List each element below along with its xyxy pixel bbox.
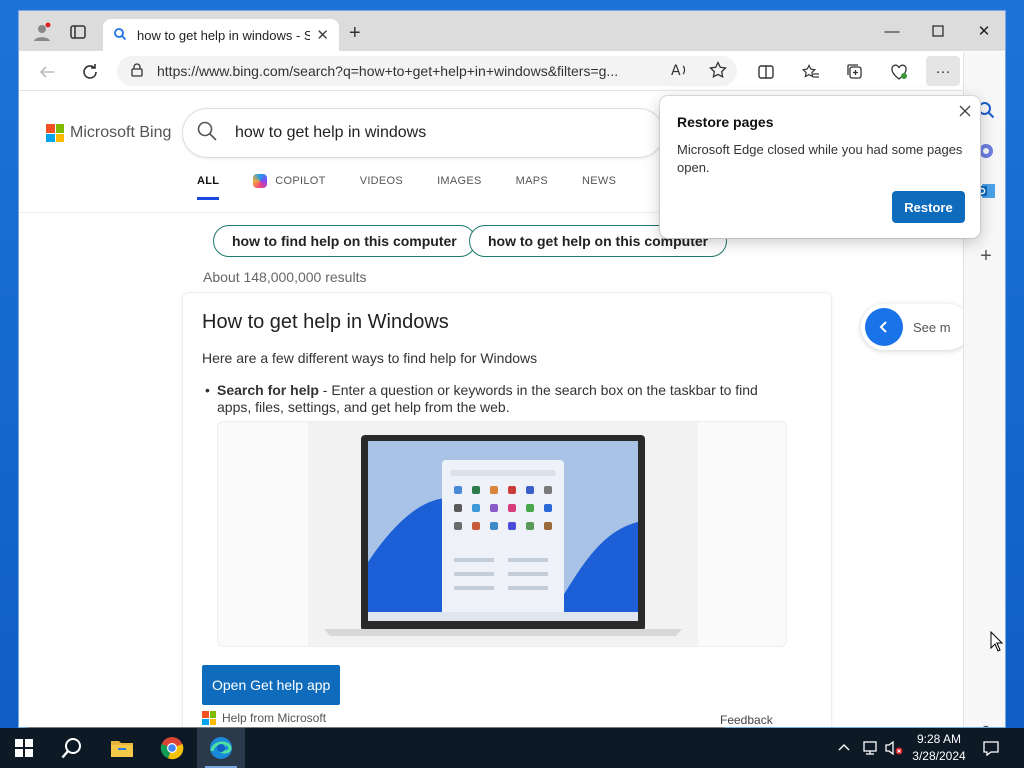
scope-news[interactable]: NEWS (582, 174, 616, 200)
microsoft-logo-icon (46, 124, 64, 142)
start-button[interactable] (0, 728, 48, 768)
mouse-cursor-icon (990, 630, 1004, 658)
restore-pages-popup: Restore pages Microsoft Edge closed whil… (660, 96, 980, 238)
file-explorer-icon[interactable] (98, 728, 146, 768)
tab-title: how to get help in windows - Search (137, 27, 310, 43)
back-icon[interactable] (35, 60, 59, 84)
scope-copilot[interactable]: COPILOT (253, 174, 325, 200)
answer-title: How to get help in Windows (202, 311, 449, 333)
taskbar: 9:28 AM 3/28/2024 (0, 728, 1024, 768)
results-count: About 148,000,000 results (203, 269, 367, 285)
chevron-left-icon (865, 308, 903, 346)
browser-essentials-icon[interactable] (887, 60, 911, 84)
restore-button[interactable]: Restore (892, 191, 965, 223)
answer-source-text: Help from Microsoft (222, 711, 327, 725)
volume-muted-icon[interactable] (884, 728, 904, 768)
close-tab-icon[interactable]: ✕ (316, 26, 329, 44)
bing-logo-text: Microsoft Bing (70, 124, 172, 141)
answer-intro: Here are a few different ways to find he… (202, 350, 538, 366)
tab-bing-search[interactable]: how to get help in windows - Search ✕ (103, 19, 339, 51)
answer-card: How to get help in Windows Here are a fe… (183, 293, 831, 727)
favorite-star-icon[interactable] (709, 60, 727, 82)
split-screen-icon[interactable] (754, 60, 778, 84)
favorites-icon[interactable] (799, 60, 823, 84)
popup-title: Restore pages (677, 114, 774, 130)
related-chip[interactable]: how to find help on this computer (213, 225, 476, 257)
maximize-icon[interactable] (915, 17, 961, 45)
clock-time: 9:28 AM (916, 732, 962, 746)
scope-maps[interactable]: MAPS (516, 174, 548, 200)
scope-copilot-label: COPILOT (275, 175, 326, 187)
read-aloud-icon[interactable]: A (671, 62, 689, 81)
clock-date: 3/28/2024 (912, 749, 966, 763)
svg-text:A: A (671, 63, 681, 78)
scope-images[interactable]: IMAGES (437, 174, 482, 200)
answer-source[interactable]: Help from Microsoft (202, 711, 326, 725)
notifications-icon[interactable] (982, 728, 1000, 768)
chrome-icon[interactable] (148, 728, 196, 768)
copilot-scope-icon (253, 174, 268, 188)
search-icon[interactable] (197, 121, 217, 146)
search-input[interactable]: how to get help in windows (183, 109, 663, 157)
windows-logo-icon (15, 739, 33, 757)
refresh-icon[interactable] (78, 60, 102, 84)
feedback-link[interactable]: Feedback (720, 713, 773, 727)
minimize-icon[interactable]: — (869, 17, 915, 45)
bing-tab-icon (113, 27, 127, 44)
network-icon[interactable] (862, 728, 880, 768)
bing-logo[interactable]: Microsoft Bing (46, 124, 171, 142)
new-tab-icon[interactable]: + (349, 23, 361, 43)
search-query: how to get help in windows (235, 124, 427, 141)
edge-taskbar-icon[interactable] (197, 728, 245, 768)
tab-actions-icon[interactable] (67, 21, 89, 43)
scope-videos[interactable]: VIDEOS (360, 174, 403, 200)
url-text: https://www.bing.com/search?q=how+to+get… (157, 63, 619, 79)
add-sidebar-app-icon[interactable]: + (974, 244, 998, 268)
address-bar[interactable]: https://www.bing.com/search?q=how+to+get… (117, 56, 737, 86)
popup-message: Microsoft Edge closed while you had some… (677, 142, 963, 175)
search-scopes: ALL COPILOT VIDEOS IMAGES MAPS NEWS (197, 174, 650, 200)
open-get-help-button[interactable]: Open Get help app (202, 665, 341, 705)
settings-more-icon[interactable]: ··· (926, 56, 960, 86)
microsoft-small-logo-icon (202, 711, 216, 725)
see-more-label: See m (913, 319, 951, 335)
edge-window: how to get help in windows - Search ✕ + … (18, 10, 1006, 728)
laptop-image[interactable] (217, 421, 787, 647)
lock-icon[interactable] (131, 62, 143, 80)
scope-all[interactable]: ALL (197, 174, 220, 200)
show-hidden-icons[interactable] (838, 728, 850, 768)
see-more-button[interactable]: See m (861, 304, 963, 350)
close-icon[interactable] (956, 102, 974, 120)
profile-icon[interactable] (31, 21, 53, 43)
taskbar-search-icon[interactable] (48, 728, 96, 768)
bullet-bold: Search for help (217, 382, 319, 398)
toolbar: https://www.bing.com/search?q=how+to+get… (19, 51, 1005, 91)
sidebar-scroll-down-icon[interactable]: ▼ (974, 716, 998, 727)
close-window-icon[interactable]: ✕ (961, 17, 1005, 45)
collections-icon[interactable] (843, 60, 867, 84)
title-bar: how to get help in windows - Search ✕ + … (19, 11, 1005, 51)
answer-bullet: Search for help - Enter a question or ke… (205, 382, 787, 416)
taskbar-clock[interactable]: 9:28 AM 3/28/2024 (904, 731, 974, 765)
